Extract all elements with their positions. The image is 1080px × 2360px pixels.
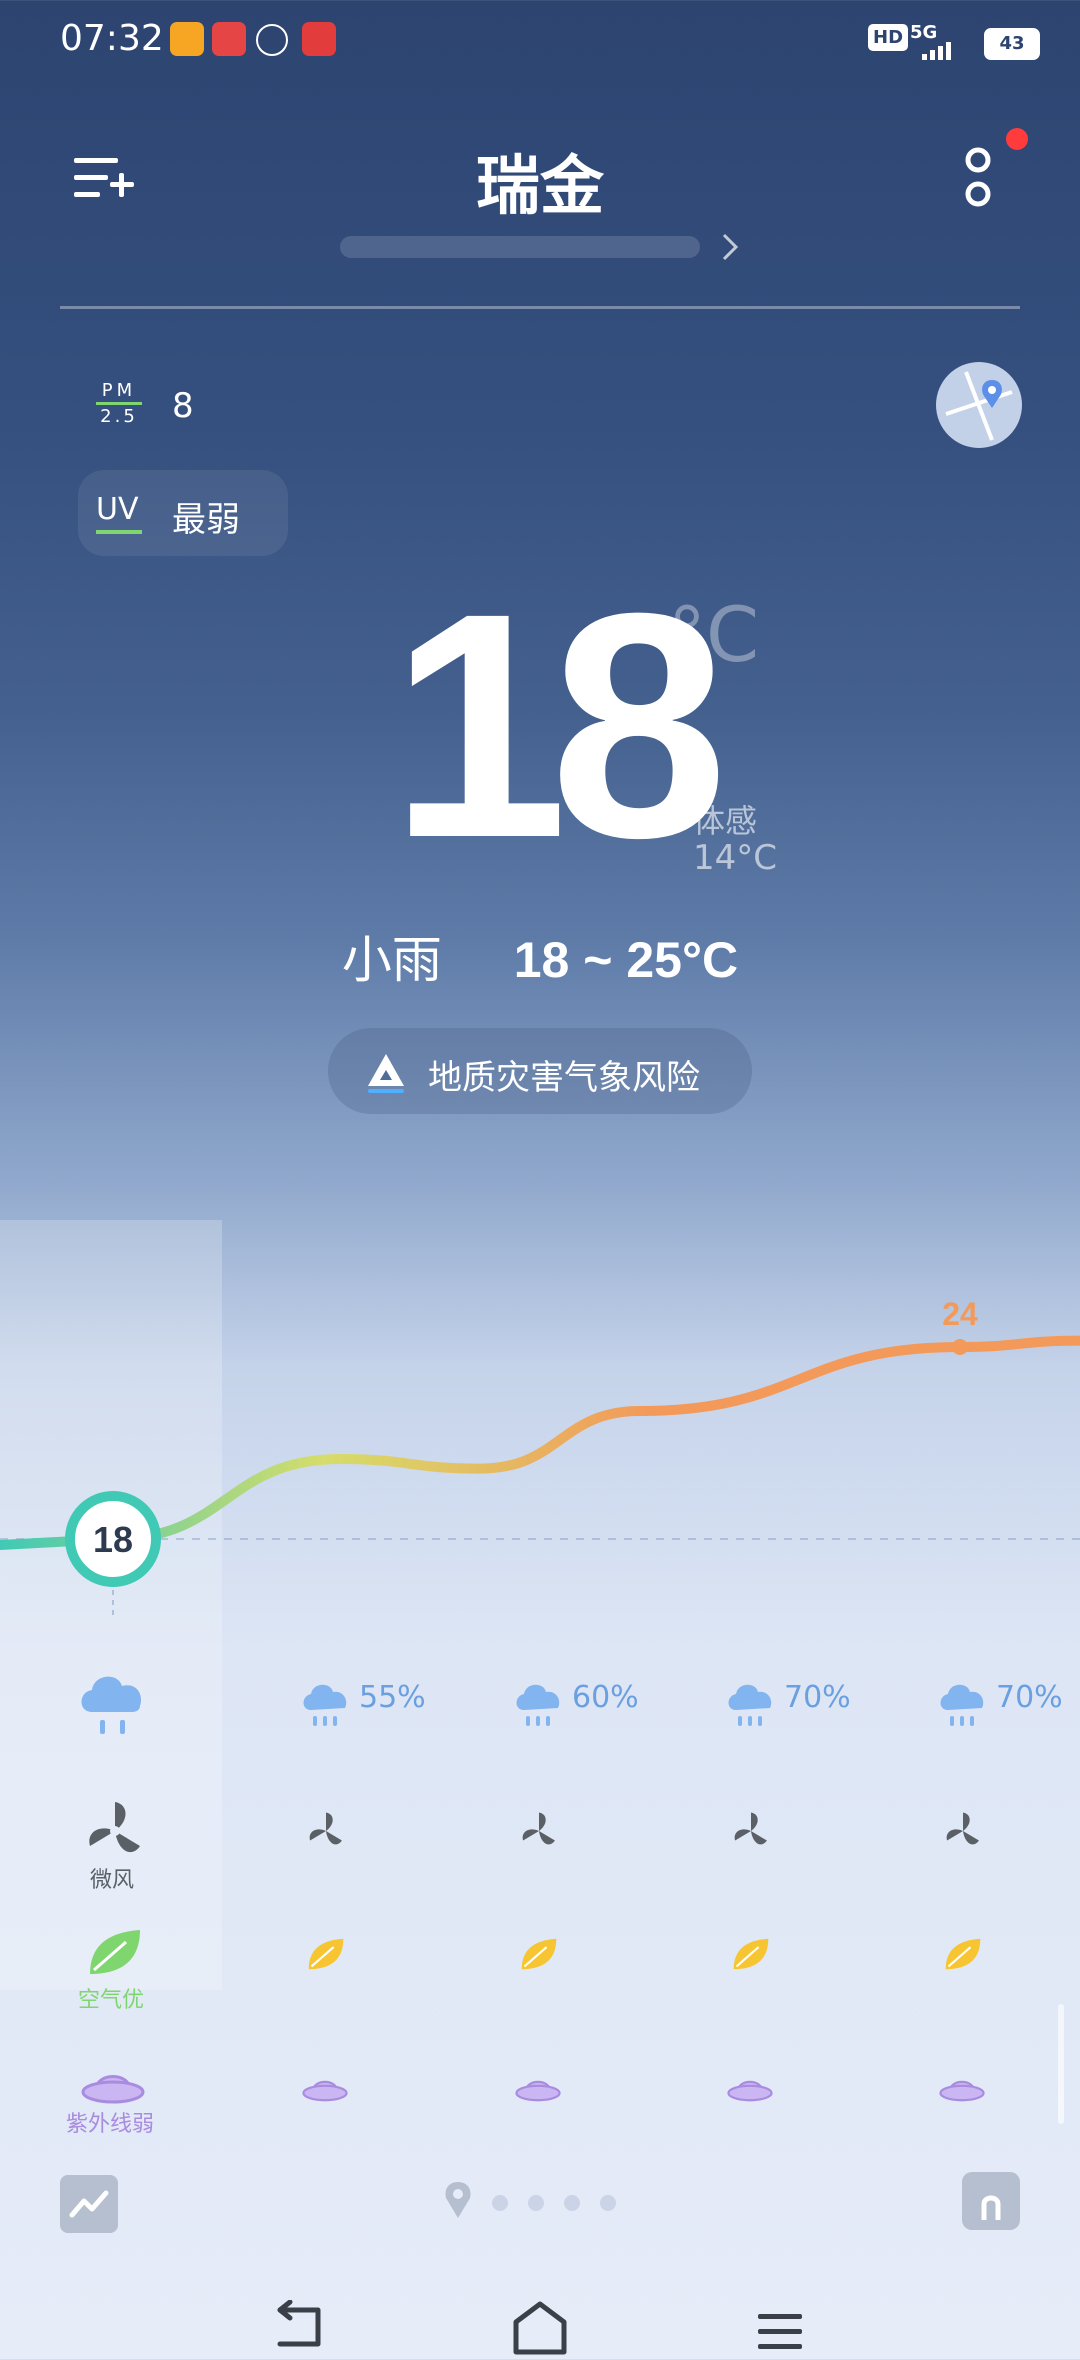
- pm25-label: PM 2.5: [96, 380, 142, 427]
- leaf-icon: [308, 1938, 344, 1970]
- precip-probability: 55%: [359, 1680, 426, 1715]
- precip-cell: 60%: [510, 1676, 660, 1736]
- rain-cloud-icon: [303, 1684, 347, 1726]
- home-icon: [974, 2184, 1008, 2220]
- location-page-icon[interactable]: [444, 2180, 472, 2220]
- page-dot[interactable]: [492, 2195, 508, 2211]
- chevron-right-icon: [722, 233, 739, 261]
- leaf-icon: [90, 1930, 140, 1974]
- location-subtitle-link[interactable]: [330, 232, 750, 262]
- wind-fan-icon: [89, 1802, 140, 1853]
- uv-value: 最弱: [172, 500, 240, 540]
- status-bar: 07:32 HD 5G 43: [0, 0, 1080, 80]
- pm25-widget[interactable]: PM 2.5 8: [78, 360, 288, 450]
- gift-icon: [302, 22, 336, 56]
- rain-cloud-icon: [81, 1676, 142, 1734]
- uv-index-label: 紫外线弱: [66, 2112, 155, 2137]
- feels-like-value: 14°C: [693, 838, 778, 878]
- precip-cell: 70%: [934, 1676, 1080, 1736]
- temperature-unit: °C: [668, 590, 760, 679]
- signal-icon: [922, 42, 951, 60]
- page-dot[interactable]: [600, 2195, 616, 2211]
- temperature-line: [0, 1335, 1080, 1550]
- rain-cloud-icon: [940, 1684, 984, 1726]
- precip-probability: 60%: [572, 1680, 639, 1715]
- page-dot[interactable]: [564, 2195, 580, 2211]
- sun-hat-icon: [727, 2080, 773, 2102]
- precip-probability: 70%: [784, 1680, 851, 1715]
- wind-fan-icon: [946, 1812, 979, 1845]
- menu-nav-icon[interactable]: [756, 2312, 804, 2352]
- status-time: 07:32: [60, 18, 164, 59]
- current-temperature: 18: [390, 546, 728, 904]
- wind-label: 微风: [90, 1868, 135, 1893]
- pm25-value: 8: [172, 386, 194, 426]
- notification-dot: [1006, 128, 1028, 150]
- peak-marker: [952, 1339, 968, 1355]
- condition-summary: 小雨 18 ~ 25°C: [0, 920, 1080, 992]
- feels-like-label: 体感: [693, 802, 758, 840]
- page-dot[interactable]: [528, 2195, 544, 2211]
- hd-indicator: HD: [868, 24, 909, 51]
- sun-hat-icon: [515, 2080, 561, 2102]
- trend-button[interactable]: [60, 2175, 118, 2233]
- uv-underline: [96, 530, 142, 534]
- rain-cloud-icon: [516, 1684, 560, 1726]
- landslide-warning-icon: [368, 1054, 404, 1093]
- condition-text: 小雨: [341, 931, 442, 989]
- leaf-icon: [733, 1938, 769, 1970]
- warning-text: 地质灾害气象风险: [428, 1058, 700, 1098]
- forecast-rows: 微风 空气优 紫外线弱 55% 60% 70% 70%: [0, 1640, 1080, 2140]
- hotspot-icon: [256, 24, 288, 56]
- compass-icon: [212, 22, 246, 56]
- scroll-indicator: [1058, 2004, 1064, 2124]
- wind-fan-icon: [522, 1812, 555, 1845]
- sun-hat-icon: [81, 2075, 145, 2104]
- precip-cell: 55%: [297, 1676, 447, 1736]
- home-nav-icon[interactable]: [510, 2300, 570, 2356]
- rain-cloud-icon: [728, 1684, 772, 1726]
- trend-icon: [69, 2190, 109, 2218]
- weibo-icon: [170, 22, 204, 56]
- air-quality-label: 空气优: [78, 1988, 145, 2013]
- peak-label: 24: [942, 1296, 978, 1332]
- current-temp-label: 18: [93, 1519, 133, 1560]
- leaf-icon: [945, 1938, 981, 1970]
- pm25-underline: [96, 402, 142, 405]
- hourly-temperature-chart: 24 18: [0, 1296, 1080, 1620]
- header-divider: [60, 306, 1020, 309]
- sun-hat-icon: [939, 2080, 985, 2102]
- wind-fan-icon: [734, 1812, 767, 1845]
- sun-hat-icon: [302, 2080, 348, 2102]
- home-button[interactable]: [962, 2172, 1020, 2230]
- leaf-icon: [521, 1938, 557, 1970]
- temperature-range: 18 ~ 25°C: [513, 932, 739, 988]
- wind-fan-icon: [309, 1812, 342, 1845]
- battery-indicator: 43: [984, 28, 1040, 60]
- precip-probability: 70%: [996, 1680, 1063, 1715]
- map-button[interactable]: [936, 362, 1022, 448]
- blurred-address: [340, 236, 700, 258]
- weather-warning-button[interactable]: 地质灾害气象风险: [328, 1028, 752, 1114]
- map-pin-icon: [945, 371, 1013, 441]
- uv-label: UV: [96, 492, 139, 527]
- city-title[interactable]: 瑞金: [0, 135, 1080, 227]
- back-nav-icon[interactable]: [272, 2300, 328, 2356]
- precip-cell: 70%: [722, 1676, 872, 1736]
- more-vertical-icon[interactable]: [958, 146, 1002, 212]
